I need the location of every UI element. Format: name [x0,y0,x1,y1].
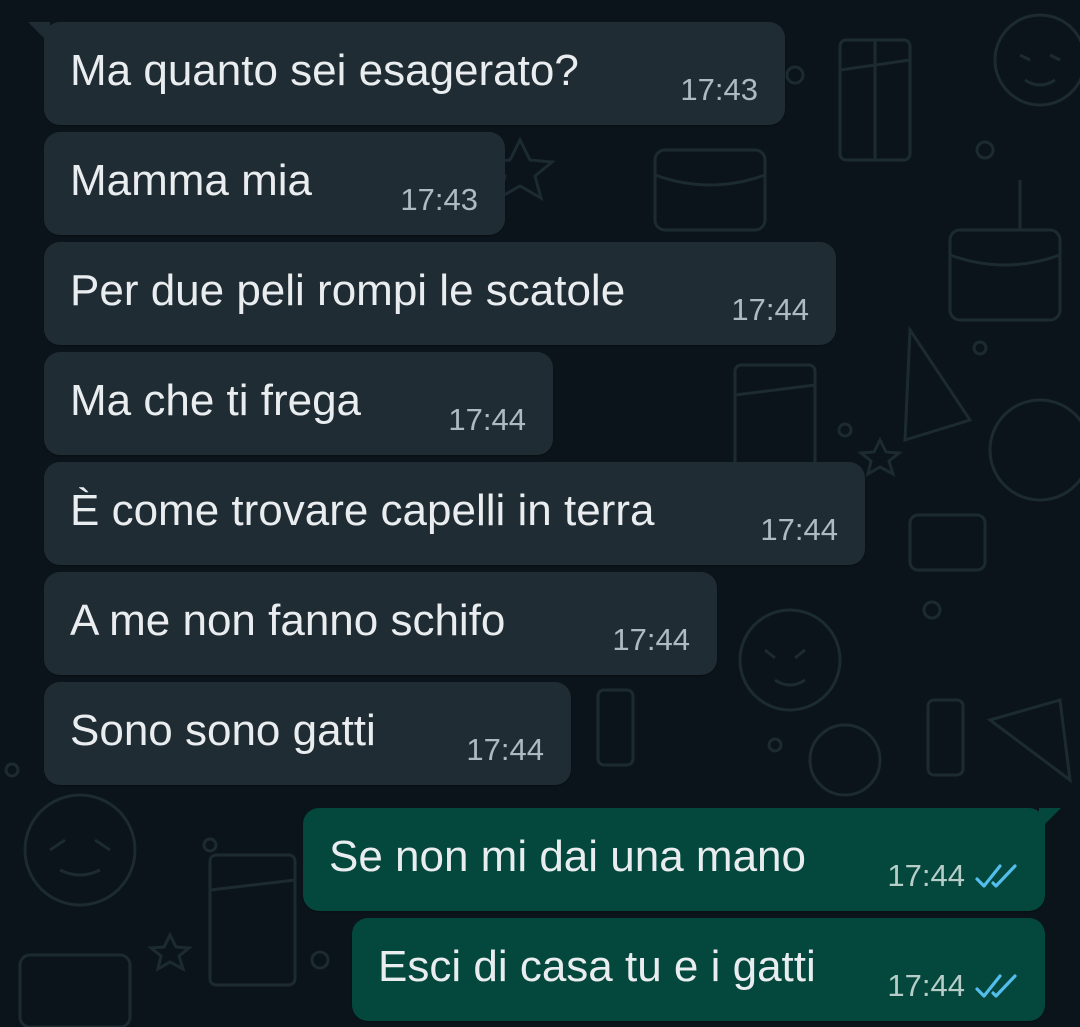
message-timestamp: 17:44 [887,858,965,893]
message-bubble-outgoing[interactable]: Se non mi dai una mano 17:44 [303,808,1061,911]
message-timestamp: 17:44 [612,622,690,657]
message-text: Ma quanto sei esagerato? [70,45,579,95]
message-bubble-incoming[interactable]: Mamma mia 17:43 [44,132,505,235]
double-check-read-icon [975,974,1017,998]
chat-message-area[interactable]: Ma quanto sei esagerato? 17:43 Mamma mia… [0,0,1080,1027]
bubble-tail [1039,808,1061,830]
message-text: Se non mi dai una mano [329,831,806,881]
message-timestamp: 17:44 [731,292,809,327]
message-bubble-incoming[interactable]: Ma quanto sei esagerato? 17:43 [28,22,785,125]
message-timestamp: 17:44 [760,512,838,547]
message-bubble-outgoing[interactable]: Esci di casa tu e i gatti 17:44 [352,918,1045,1021]
message-bubble-incoming[interactable]: Ma che ti frega 17:44 [44,352,553,455]
message-text: È come trovare capelli in terra [70,485,655,535]
message-timestamp: 17:43 [680,72,758,107]
message-bubble-incoming[interactable]: È come trovare capelli in terra 17:44 [44,462,865,565]
message-bubble-incoming[interactable]: Sono sono gatti 17:44 [44,682,571,785]
message-timestamp: 17:44 [887,968,965,1003]
message-timestamp: 17:44 [448,402,526,437]
message-bubble-incoming[interactable]: Per due peli rompi le scatole 17:44 [44,242,836,345]
message-timestamp: 17:44 [466,732,544,767]
message-text: Per due peli rompi le scatole [70,265,626,315]
message-bubble-incoming[interactable]: A me non fanno schifo 17:44 [44,572,717,675]
message-text: Sono sono gatti [70,705,376,755]
message-text: Mamma mia [70,155,313,205]
double-check-read-icon [975,864,1017,888]
message-text: A me non fanno schifo [70,595,506,645]
message-text: Ma che ti frega [70,375,362,425]
bubble-tail [28,22,50,44]
message-timestamp: 17:43 [400,182,478,217]
message-text: Esci di casa tu e i gatti [378,941,816,991]
